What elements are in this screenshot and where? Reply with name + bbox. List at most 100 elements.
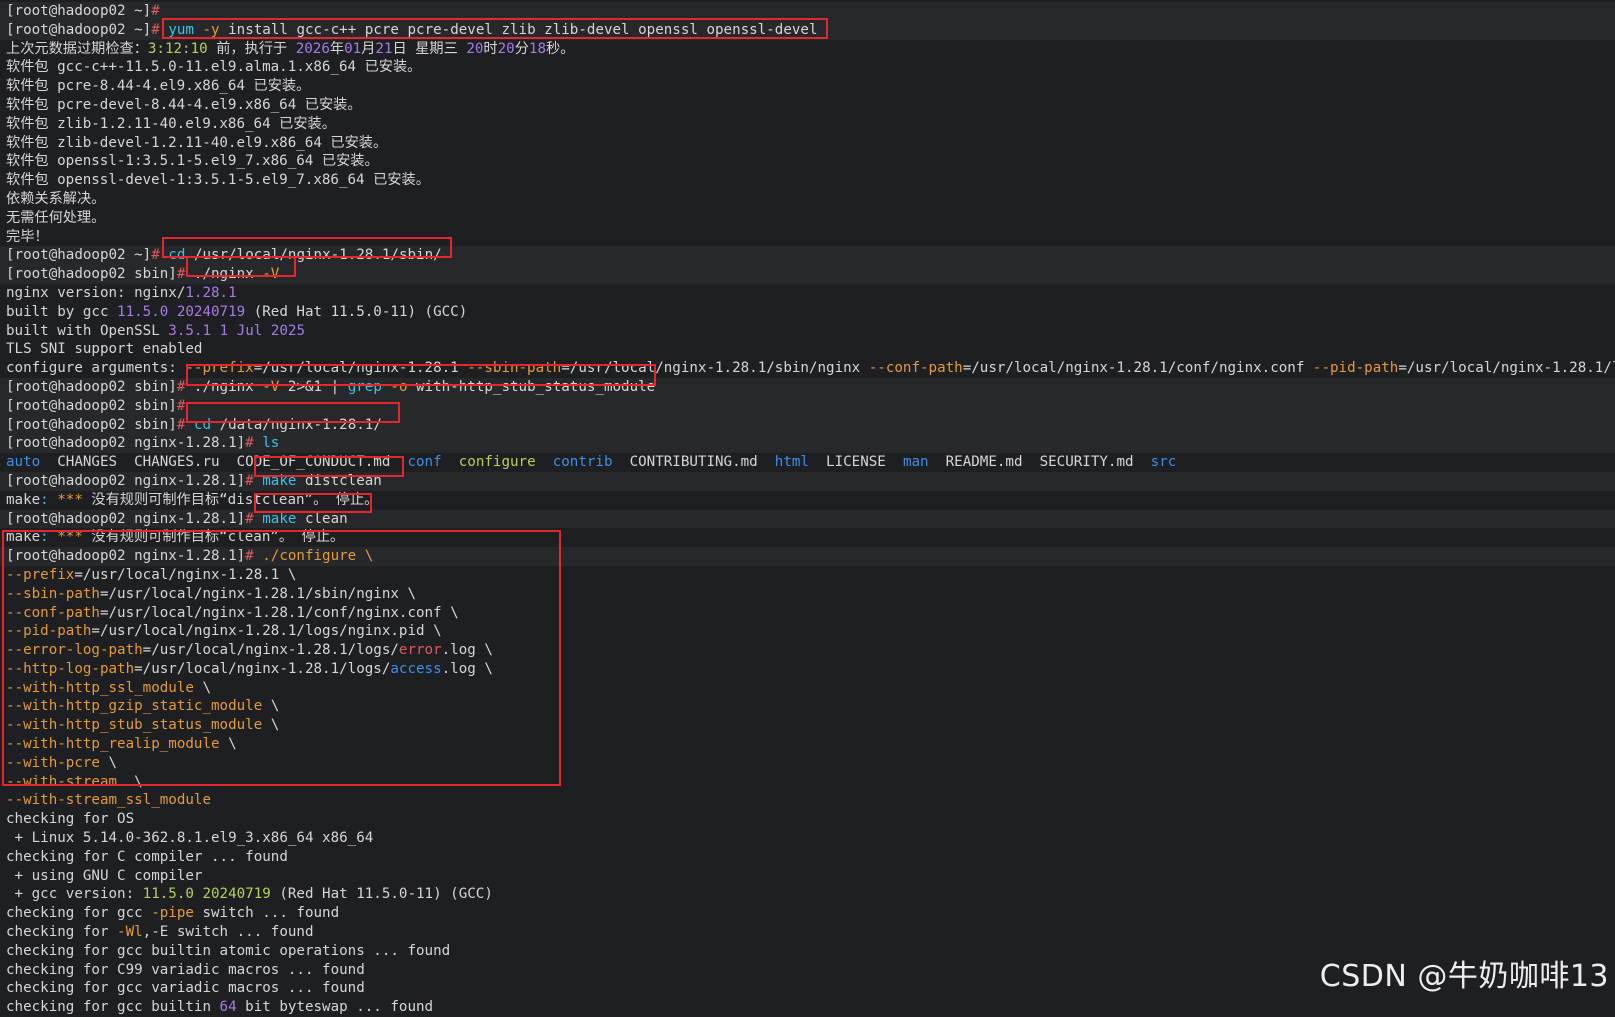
terminal-output-line: + gcc version: 11.5.0 20240719 (Red Hat …: [6, 885, 1615, 904]
terminal-output-line: --prefix=/usr/local/nginx-1.28.1 \: [6, 566, 1615, 585]
terminal-text-segment: [root@hadoop02 sbin]: [6, 378, 177, 395]
terminal-text-segment: 秒。: [546, 40, 575, 57]
terminal-prompt-line: [root@hadoop02 sbin]# cd /data/nginx-1.2…: [0, 415, 1615, 435]
terminal-text-segment: -V: [262, 266, 280, 283]
terminal-text-segment: checking for C99 variadic macros ... fou…: [6, 961, 365, 978]
terminal-output-line: nginx version: nginx/1.28.1: [6, 284, 1615, 303]
terminal-text-segment: 11.5.0: [142, 886, 194, 903]
terminal-output-line: --sbin-path=/usr/local/nginx-1.28.1/sbin…: [6, 585, 1615, 604]
terminal-text-segment: [root@hadoop02 ~]: [6, 21, 152, 38]
terminal-text-segment: 3:12:10: [147, 40, 208, 57]
terminal-text-segment: README.md SECURITY.md: [928, 454, 1151, 471]
terminal-text-segment: 日 星期三: [392, 40, 467, 57]
terminal-output-line: 依赖关系解决。: [6, 190, 1615, 209]
terminal-text-segment: .log \: [441, 642, 493, 659]
terminal-output-line: 上次元数据过期检查：3:12:10 前，执行于 2026年01月21日 星期三 …: [6, 40, 1615, 59]
terminal-text-segment: 软件包 openssl-devel-1:3.5.1-5.el9_7.x86_64…: [6, 172, 430, 189]
terminal-text-segment: \: [117, 773, 143, 790]
terminal-text-segment: --http-log-path: [6, 660, 135, 677]
terminal-text-segment: 2>&1 |: [279, 378, 348, 395]
terminal-text-segment: grep: [347, 378, 382, 395]
terminal-output-line: 软件包 pcre-8.44-4.el9.x86_64 已安装。: [6, 77, 1615, 96]
terminal-text-segment: #: [245, 472, 254, 489]
terminal-output-line: built with OpenSSL 3.5.1 1 Jul 2025: [6, 322, 1615, 341]
terminal-output-line: --error-log-path=/usr/local/nginx-1.28.1…: [6, 641, 1615, 660]
terminal-text-segment: cd: [168, 247, 186, 264]
terminal-prompt-line: [root@hadoop02 sbin]#: [0, 396, 1615, 416]
terminal-text-segment: -y: [202, 21, 220, 38]
terminal-output[interactable]: [root@hadoop02 ~]# [root@hadoop02 ~]# yum…: [0, 2, 1615, 1017]
terminal-text-segment: 1.28.1: [185, 284, 237, 301]
terminal-output-line: 软件包 pcre-devel-8.44-4.el9.x86_64 已安装。: [6, 96, 1615, 115]
terminal-output-line: --with-http_stub_status_module \: [6, 716, 1615, 735]
terminal-text-segment: 软件包 gcc-c++-11.5.0-11.el9.alma.1.x86_64 …: [6, 59, 422, 76]
terminal-text-segment: install gcc-c++ pcre pcre-devel zlib zli…: [219, 21, 818, 38]
terminal-text-segment: /data/nginx-1.28.1/: [211, 416, 382, 433]
terminal-text-segment: (Red Hat 11.5.0-11) (GCC): [270, 886, 493, 903]
terminal-output-line: checking for gcc -pipe switch ... found: [6, 904, 1615, 923]
terminal-output-line: make: *** 没有规则可制作目标“distclean”。 停止。: [6, 491, 1615, 510]
terminal-text-segment: contrib: [552, 454, 613, 471]
terminal-text-segment: =/usr/local/nginx-1.28.1: [253, 360, 468, 377]
terminal-text-segment: --conf-path: [868, 360, 963, 377]
terminal-prompt-line: [root@hadoop02 nginx-1.28.1]# ./configur…: [0, 547, 1615, 566]
terminal-output-line: checking for C compiler ... found: [6, 848, 1615, 867]
terminal-text-segment: Jul: [236, 322, 263, 339]
terminal-text-segment: --with-pcre: [6, 754, 100, 771]
terminal-text-segment: 软件包 zlib-devel-1.2.11-40.el9.x86_64 已安装。: [6, 134, 388, 151]
terminal-output-line: --with-stream \: [6, 773, 1615, 792]
terminal-text-segment: =/usr/local/nginx-1.28.1/logs/nginx.pid …: [91, 623, 442, 640]
terminal-output-line: auto CHANGES CHANGES.ru CODE_OF_CONDUCT.…: [6, 453, 1615, 472]
terminal-text-segment: -Wl: [117, 924, 143, 941]
terminal-text-segment: \: [262, 717, 280, 734]
terminal-text-segment: 20240719: [176, 303, 246, 320]
terminal-text-segment: [root@hadoop02 sbin]: [6, 397, 177, 414]
terminal-text-segment: 01: [344, 40, 362, 57]
terminal-text-segment: --prefix: [6, 566, 75, 583]
terminal-text-segment: checking for gcc variadic macros ... fou…: [6, 980, 365, 997]
terminal-output-line: 软件包 openssl-devel-1:3.5.1-5.el9_7.x86_64…: [6, 171, 1615, 190]
terminal-text-segment: CHANGES CHANGES.ru CODE_OF_CONDUCT.md: [40, 454, 408, 471]
terminal-text-segment: 依赖关系解决。: [6, 190, 106, 207]
terminal-text-segment: html: [774, 454, 809, 471]
terminal-text-segment: configure: [458, 454, 536, 471]
terminal-text-segment: clean: [296, 510, 348, 527]
terminal-text-segment: checking for OS: [6, 811, 135, 828]
terminal-text-segment: [root@hadoop02 nginx-1.28.1]: [6, 472, 246, 489]
terminal-prompt-line: [root@hadoop02 ~]#: [0, 2, 1615, 21]
terminal-text-segment: --with-http_realip_module: [6, 736, 220, 753]
terminal-prompt-line: [root@hadoop02 nginx-1.28.1]# make distc…: [0, 471, 1615, 491]
terminal-text-segment: --prefix: [185, 360, 254, 377]
terminal-text-segment: /usr/local/nginx-1.28.1/sbin/: [185, 247, 442, 264]
terminal-text-segment: --sbin-path: [467, 360, 562, 377]
terminal-text-segment: \: [262, 698, 280, 715]
terminal-text-segment: 3.5.1: [168, 322, 212, 339]
terminal-text-segment: 软件包 zlib-1.2.11-40.el9.x86_64 已安装。: [6, 115, 336, 132]
terminal-text-segment: #: [151, 3, 160, 19]
terminal-text-segment: make: [262, 472, 297, 489]
terminal-prompt-line: [root@hadoop02 sbin]# ./nginx -V 2>&1 | …: [0, 377, 1615, 397]
terminal-output-line: configure arguments: --prefix=/usr/local…: [6, 359, 1615, 378]
terminal-text-segment: -o: [390, 378, 408, 395]
terminal-output-line: --with-http_realip_module \: [6, 735, 1615, 754]
terminal-text-segment: checking for gcc: [6, 905, 152, 922]
terminal-text-segment: distclean: [296, 472, 382, 489]
terminal-text-segment: (Red Hat 11.5.0-11) (GCC): [245, 303, 468, 320]
terminal-text-segment: CONTRIBUTING.md: [612, 454, 775, 471]
terminal-text-segment: 无需任何处理。: [6, 209, 106, 226]
terminal-text-segment: 年: [329, 40, 345, 57]
terminal-output-line: --with-http_ssl_module \: [6, 679, 1615, 698]
terminal-text-segment: 20240719: [202, 886, 271, 903]
terminal-text-segment: =/usr/local/nginx-1.28.1/sbin/nginx: [561, 360, 869, 377]
terminal-output-line: --http-log-path=/usr/local/nginx-1.28.1/…: [6, 660, 1615, 679]
terminal-text-segment: =/usr/local/nginx-1.28.1/conf/nginx.conf…: [99, 604, 459, 621]
terminal-text-segment: src: [1150, 454, 1177, 471]
terminal-text-segment: =/usr/local/nginx-1.28.1/logs/: [134, 660, 391, 677]
terminal-text-segment: 没有规则可制作目标“clean”。 停止。: [82, 529, 345, 546]
terminal-text-segment: 软件包 openssl-1:3.5.1-5.el9_7.x86_64 已安装。: [6, 153, 379, 170]
